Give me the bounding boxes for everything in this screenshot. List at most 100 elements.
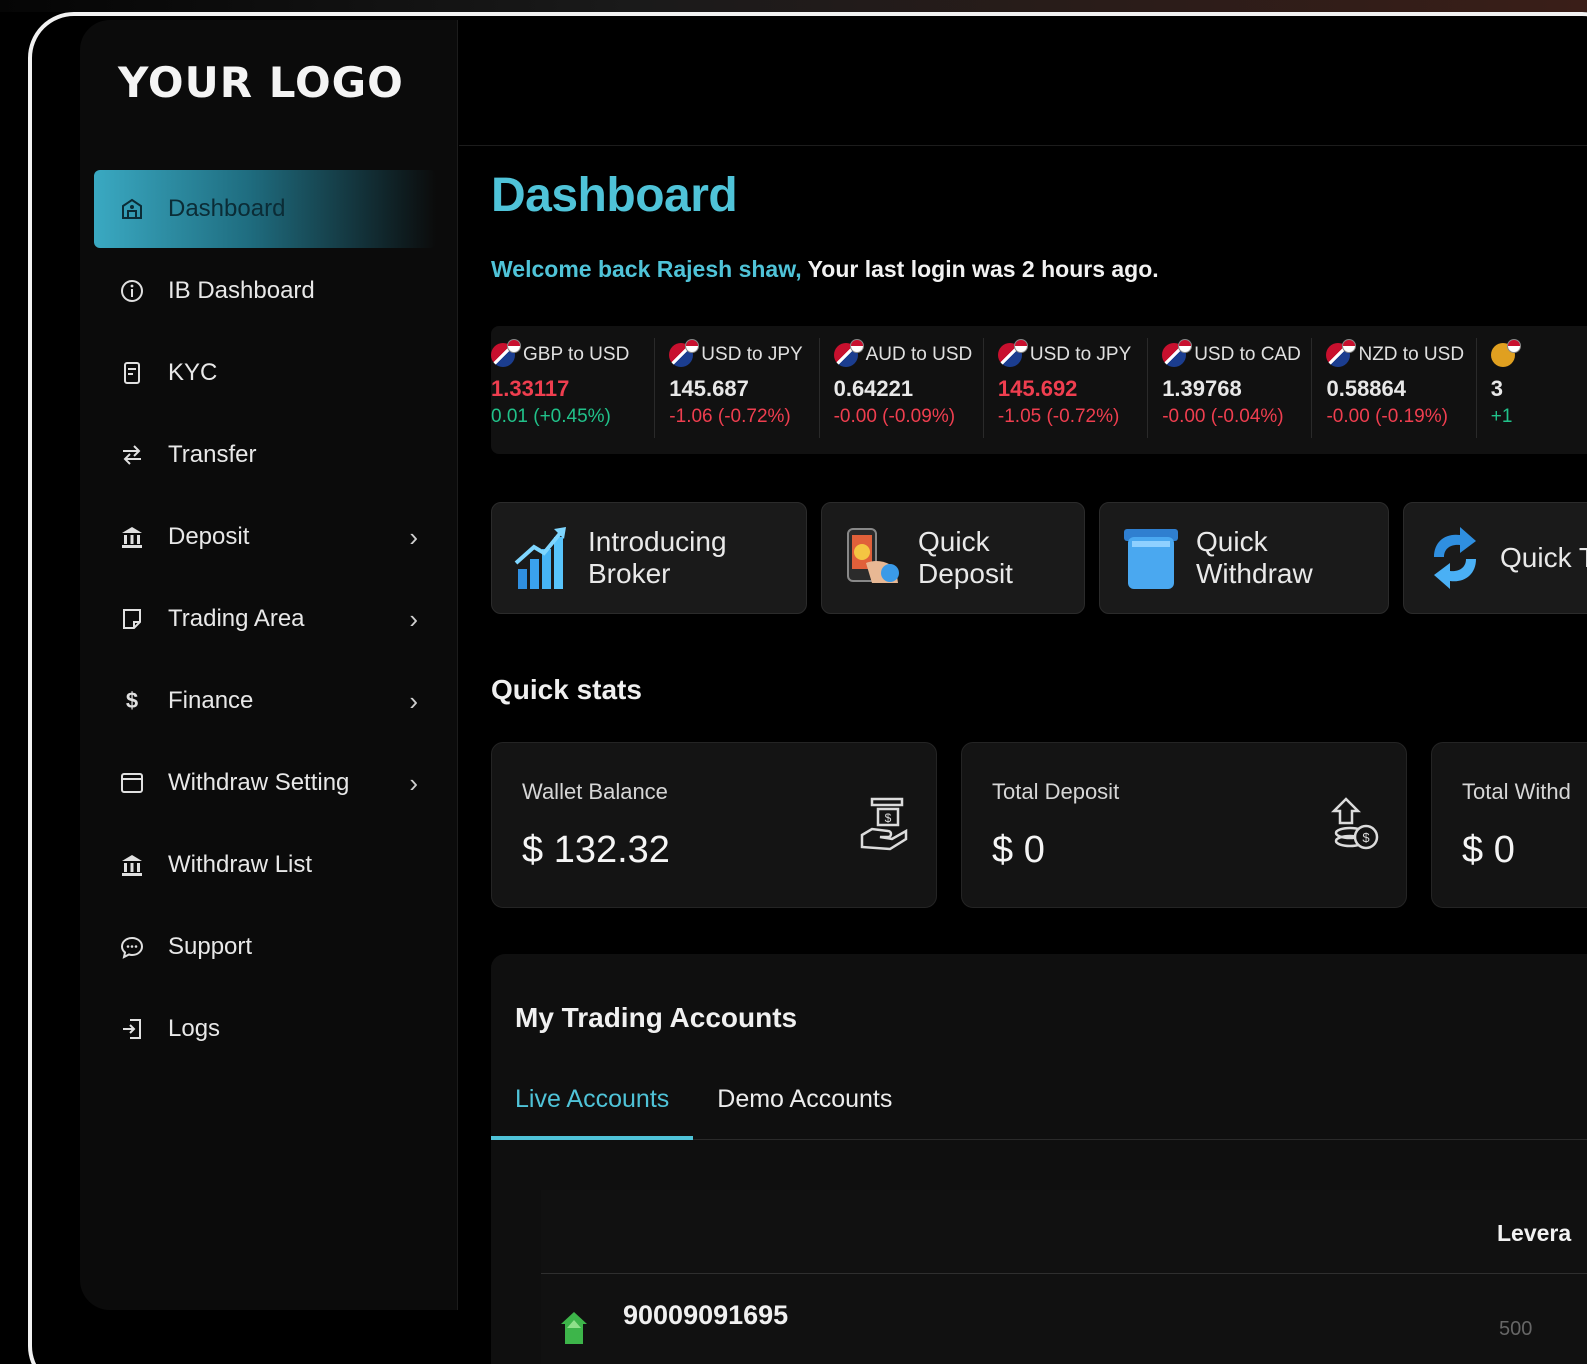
info-icon (118, 277, 146, 305)
sidebar-item-withdraw-setting[interactable]: Withdraw Setting › (94, 744, 436, 822)
ticker-price: 1.33117 (491, 376, 570, 401)
sidebar-item-deposit[interactable]: Deposit › (94, 498, 436, 576)
transfer-icon (118, 441, 146, 469)
introducing-broker-button[interactable]: Introducing Broker (491, 502, 807, 614)
wallet-balance-card: Wallet Balance $ 132.32 $ (491, 742, 937, 908)
ticker-price: 145.692 (997, 376, 1078, 401)
ticker-price: 1.39768 (1162, 376, 1242, 401)
sidebar-item-label: Dashboard (168, 195, 286, 222)
svg-text:$: $ (1362, 830, 1370, 845)
bank-icon (118, 523, 146, 551)
sidebar-item-label: Deposit (168, 523, 250, 550)
sidebar-item-label: Support (168, 933, 253, 960)
sidebar-item-withdraw-list[interactable]: Withdraw List (94, 826, 436, 904)
sidebar-item-label: Finance (168, 687, 254, 714)
account-number: 90009091695 (623, 1300, 789, 1330)
sidebar-item-label: KYC (168, 359, 218, 386)
sidebar-item-label: Logs (168, 1015, 221, 1042)
table-row[interactable]: 90009091695 500 (541, 1274, 1587, 1364)
ticker-item[interactable]: 3 +1 (1477, 338, 1587, 438)
tab-demo-accounts[interactable]: Demo Accounts (693, 1078, 916, 1140)
sidebar-item-logs[interactable]: Logs (94, 990, 436, 1068)
account-tabs: Live Accounts Demo Accounts (491, 1078, 1587, 1140)
total-deposit-card: Total Deposit $ 0 $ (961, 742, 1407, 908)
welcome-user: Welcome back Rajesh shaw, (491, 256, 802, 282)
column-header-leverage[interactable]: Levera (1497, 1220, 1571, 1247)
trading-accounts-title: My Trading Accounts (515, 1002, 798, 1033)
accounts-table: Levera 90009091695 500 (541, 1190, 1587, 1364)
stat-label: Total Withd (1462, 779, 1571, 804)
ticker-change: +1 (1490, 406, 1513, 427)
window-icon (118, 769, 146, 797)
currency-flag-icon (491, 339, 521, 367)
withdraw-icon (1120, 523, 1182, 593)
bank-icon (118, 851, 146, 879)
sidebar-nav: Dashboard IB Dashboard KYC Transfer Depo… (94, 170, 436, 1072)
sidebar-item-ib-dashboard[interactable]: IB Dashboard (94, 252, 436, 330)
sidebar-item-label: Withdraw Setting (168, 769, 350, 796)
ticker-item[interactable]: USD to JPY 145.687 -1.06 (-0.72%) (655, 338, 820, 438)
stat-label: Total Deposit (992, 779, 1120, 804)
ticker-pair: USD to JPY (701, 344, 803, 365)
ticker-change: -1.06 (-0.72%) (669, 406, 791, 427)
quick-deposit-button[interactable]: Quick Deposit (821, 502, 1085, 614)
sidebar-item-trading-area[interactable]: Trading Area › (94, 580, 436, 658)
page-title: Dashboard (491, 169, 738, 222)
currency-flag-icon (833, 339, 864, 367)
sidebar-item-dashboard[interactable]: Dashboard (94, 170, 436, 248)
trading-accounts-panel: My Trading Accounts Live Accounts Demo A… (491, 954, 1587, 1364)
chevron-right-icon: › (409, 522, 418, 552)
currency-flag-icon (669, 339, 700, 367)
ticker-item[interactable]: NZD to USD 0.58864 -0.00 (-0.19%) (1312, 338, 1477, 438)
welcome-message: Welcome back Rajesh shaw, Your last login… (491, 256, 1159, 283)
currency-flag-icon (1326, 339, 1357, 367)
action-label: Quick Withdraw (1196, 526, 1313, 589)
deposit-coins-icon: $ (1328, 793, 1380, 853)
growth-chart-icon (512, 523, 574, 593)
sidebar-item-label: Withdraw List (168, 851, 313, 878)
sidebar-item-label: IB Dashboard (168, 277, 315, 304)
stat-value: $ 0 (992, 829, 1045, 871)
ticker-change: -0.00 (-0.09%) (833, 406, 956, 427)
currency-flag-icon (997, 339, 1028, 367)
ticker-pair: AUD to USD (865, 344, 973, 365)
tab-live-accounts[interactable]: Live Accounts (491, 1078, 694, 1140)
ticker-change: -1.05 (-0.72%) (997, 406, 1120, 427)
top-strip (0, 0, 1587, 12)
currency-flag-icon (1162, 339, 1193, 367)
dashboard-icon (118, 195, 146, 223)
ticker-price: 0.64221 (833, 376, 914, 401)
main-content: Dashboard Welcome back Rajesh shaw, Your … (459, 146, 1587, 1364)
ticker-change: 0.01 (+0.45%) (491, 406, 611, 427)
total-withdraw-card: Total Withd $ 0 (1431, 742, 1587, 908)
table-header: Levera (541, 1190, 1587, 1274)
ticker-change: -0.00 (-0.19%) (1326, 406, 1448, 427)
stat-value: $ 132.32 (522, 829, 670, 871)
ticker-item[interactable]: USD to JPY 145.692 -1.05 (-0.72%) (984, 338, 1149, 438)
chevron-right-icon: › (409, 686, 418, 716)
svg-text:$: $ (885, 811, 892, 825)
currency-ticker[interactable]: GBP to USD 1.33117 0.01 (+0.45%) USD to … (491, 326, 1587, 454)
logo[interactable]: YOUR LOGO (118, 58, 404, 107)
ticker-pair: GBP to USD (523, 344, 630, 365)
sidebar-item-finance[interactable]: $ Finance › (94, 662, 436, 740)
ticker-pair: NZD to USD (1358, 344, 1465, 365)
ticker-price: 0.58864 (1326, 376, 1407, 401)
ticker-pair: USD to JPY (1029, 344, 1132, 365)
sidebar-item-support[interactable]: Support (94, 908, 436, 986)
device-frame: YOUR LOGO Dashboard IB Dashboard KYC Tra… (28, 12, 1587, 1364)
quick-withdraw-button[interactable]: Quick Withdraw (1099, 502, 1389, 614)
ticker-item[interactable]: GBP to USD 1.33117 0.01 (+0.45%) (491, 338, 656, 438)
sidebar-item-kyc[interactable]: KYC (94, 334, 436, 412)
account-platform-icon (557, 1308, 591, 1348)
ticker-item[interactable]: USD to CAD 1.39768 -0.00 (-0.04%) (1148, 338, 1313, 438)
sidebar-item-transfer[interactable]: Transfer (94, 416, 436, 494)
sidebar-item-label: Transfer (168, 441, 257, 468)
ticker-item[interactable]: AUD to USD 0.64221 -0.00 (-0.09%) (820, 338, 984, 438)
ticker-price: 145.687 (669, 376, 749, 401)
chevron-right-icon: › (409, 604, 418, 634)
document-icon (118, 359, 146, 387)
quick-transfer-button[interactable]: Quick T (1403, 502, 1587, 614)
mobile-deposit-icon (842, 523, 904, 593)
ticker-price: 3 (1490, 376, 1504, 401)
